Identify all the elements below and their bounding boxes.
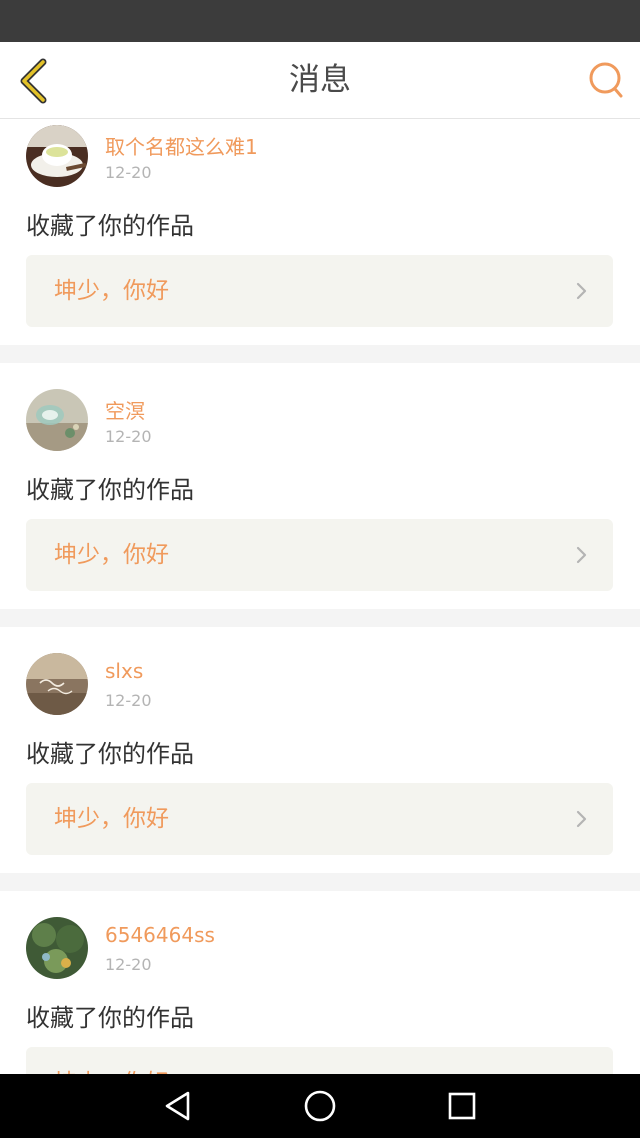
garden-photo-avatar — [26, 917, 88, 979]
message-card: slxs 12-20 收藏了你的作品 坤少，你好 — [0, 627, 640, 855]
chevron-right-icon — [576, 282, 587, 300]
chevron-right-icon — [576, 546, 587, 564]
hello-august-photo-avatar — [26, 653, 88, 715]
message-card: 取个名都这么难1 12-20 收藏了你的作品 坤少，你好 — [0, 119, 640, 345]
action-text: 收藏了你的作品 — [26, 740, 194, 768]
home-circle-icon — [304, 1090, 336, 1122]
work-title: 坤少，你好 — [54, 806, 169, 832]
system-recents-button[interactable] — [444, 1088, 480, 1124]
message-list[interactable]: 取个名都这么难1 12-20 收藏了你的作品 坤少，你好 空溟 12-20 收藏… — [0, 119, 640, 1074]
work-link[interactable]: 坤少，你好 — [26, 519, 613, 591]
page-title: 消息 — [289, 62, 351, 98]
status-bar — [0, 0, 640, 42]
work-title: 坤少，你好 — [54, 1047, 169, 1074]
user-avatar[interactable] — [26, 389, 88, 451]
glass-jar-photo-avatar — [26, 389, 88, 451]
chevron-right-icon — [576, 810, 587, 828]
system-back-button[interactable] — [160, 1088, 196, 1124]
username[interactable]: 6546464ss — [105, 923, 215, 947]
work-link[interactable]: 坤少，你好 — [26, 783, 613, 855]
system-navigation-bar — [0, 1074, 640, 1138]
divider — [0, 609, 640, 627]
action-text: 收藏了你的作品 — [26, 476, 194, 504]
work-title: 坤少，你好 — [54, 542, 169, 568]
work-link[interactable]: 坤少，你好 — [26, 255, 613, 327]
search-button[interactable] — [586, 60, 626, 100]
back-triangle-icon — [165, 1091, 190, 1121]
divider — [0, 873, 640, 891]
system-home-button[interactable] — [302, 1088, 338, 1124]
username[interactable]: slxs — [105, 659, 143, 683]
work-link[interactable]: 坤少，你好 — [26, 1047, 613, 1074]
teacup-photo-avatar — [26, 125, 88, 187]
action-text: 收藏了你的作品 — [26, 212, 194, 240]
action-text: 收藏了你的作品 — [26, 1004, 194, 1032]
divider — [0, 345, 640, 363]
search-icon — [589, 62, 623, 98]
user-avatar[interactable] — [26, 125, 88, 187]
message-date: 12-20 — [105, 427, 152, 446]
username[interactable]: 空溟 — [105, 395, 145, 424]
message-card: 6546464ss 12-20 收藏了你的作品 坤少，你好 — [0, 891, 640, 1074]
recents-square-icon — [448, 1092, 476, 1120]
work-title: 坤少，你好 — [54, 278, 169, 304]
username[interactable]: 取个名都这么难1 — [105, 131, 258, 160]
nav-bar: 消息 — [0, 42, 640, 119]
user-avatar[interactable] — [26, 653, 88, 715]
message-card: 空溟 12-20 收藏了你的作品 坤少，你好 — [0, 363, 640, 591]
message-date: 12-20 — [105, 163, 152, 182]
user-avatar[interactable] — [26, 917, 88, 979]
message-date: 12-20 — [105, 691, 152, 710]
message-date: 12-20 — [105, 955, 152, 974]
